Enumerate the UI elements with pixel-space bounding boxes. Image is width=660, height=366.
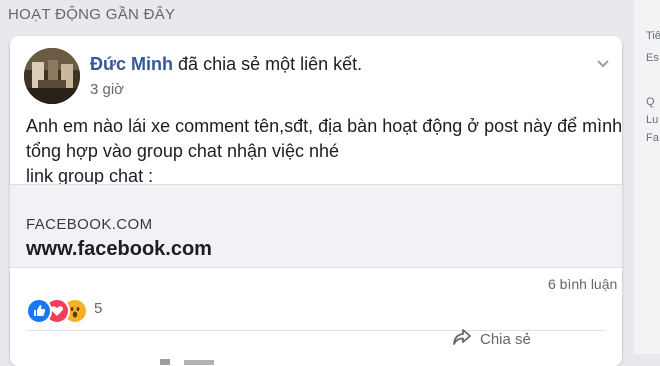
post-text-line: tổng hợp vào group chat nhận việc nhé	[26, 141, 340, 161]
post-text-line: Anh em nào lái xe comment tên,sđt, địa b…	[26, 116, 622, 136]
author-name[interactable]: Đức Minh	[90, 54, 173, 74]
reactions-count[interactable]: 5	[94, 300, 102, 317]
like-icon	[26, 298, 52, 324]
bottom-partial-action[interactable]	[160, 352, 220, 366]
share-icon	[452, 328, 472, 350]
right-column-text[interactable]: Fa	[646, 132, 659, 144]
right-column-text[interactable]: Tiê	[646, 30, 660, 42]
right-column-text[interactable]: Es	[646, 52, 659, 64]
link-domain: FACEBOOK.COM	[26, 216, 153, 233]
share-label: Chia sẻ	[480, 330, 531, 348]
post-text: Anh em nào lái xe comment tên,sđt, địa b…	[26, 114, 622, 189]
right-column: Tiê Es Q Lu Fa	[634, 0, 660, 354]
post-timestamp[interactable]: 3 giờ	[90, 81, 124, 98]
link-title[interactable]: www.facebook.com	[26, 238, 212, 261]
comments-count[interactable]: 6 bình luận	[548, 276, 617, 292]
author-avatar[interactable]	[24, 48, 80, 104]
right-column-text[interactable]: Lu	[646, 114, 658, 126]
post-action-text: đã chia sẻ một liên kết.	[178, 54, 363, 74]
recent-activity-header: HOẠT ĐỘNG GẦN ĐÂY	[8, 6, 176, 23]
share-button[interactable]: Chia sẻ	[452, 326, 531, 352]
right-column-text[interactable]: Q	[646, 96, 655, 108]
post-options-chevron-icon[interactable]	[596, 56, 610, 74]
post-card: Đức Minh đã chia sẻ một liên kết. 3 giờ …	[10, 36, 622, 366]
post-header: Đức Minh đã chia sẻ một liên kết.	[90, 54, 362, 75]
